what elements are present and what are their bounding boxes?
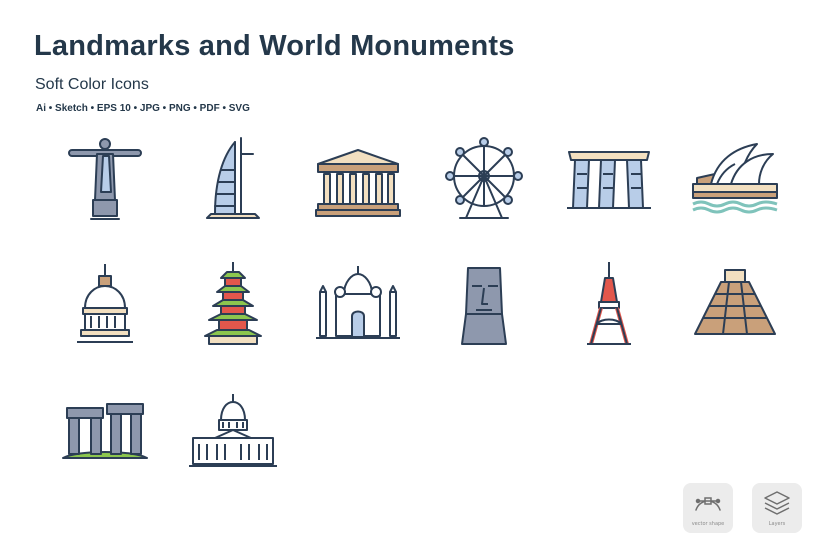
layers-badge: Layers bbox=[752, 483, 802, 533]
file-formats: Ai • Sketch • EPS 10 • JPG • PNG • PDF •… bbox=[36, 103, 250, 114]
vector-shape-label: vector shape bbox=[691, 521, 725, 527]
chichen-itza-pyramid-icon bbox=[687, 258, 783, 354]
burj-al-arab-icon bbox=[185, 130, 281, 226]
christ-the-redeemer-icon bbox=[57, 130, 153, 226]
layers-label: Layers bbox=[768, 521, 786, 527]
ferris-wheel-icon bbox=[436, 130, 532, 226]
page-subtitle: Soft Color Icons bbox=[35, 76, 149, 93]
vector-shape-badge: vector shape bbox=[683, 483, 733, 533]
layers-icon bbox=[764, 491, 790, 515]
marina-bay-sands-icon bbox=[561, 130, 657, 226]
page-title: Landmarks and World Monuments bbox=[34, 30, 515, 62]
dome-tower-icon bbox=[57, 258, 153, 354]
parthenon-icon bbox=[310, 130, 406, 226]
moai-icon bbox=[436, 258, 532, 354]
bezier-curve-icon bbox=[695, 497, 721, 511]
capitol-building-icon bbox=[185, 386, 281, 482]
pagoda-icon bbox=[185, 258, 281, 354]
sydney-opera-house-icon bbox=[687, 130, 783, 226]
tokyo-tower-icon bbox=[561, 258, 657, 354]
stonehenge-icon bbox=[57, 386, 153, 482]
taj-mahal-icon bbox=[310, 258, 406, 354]
